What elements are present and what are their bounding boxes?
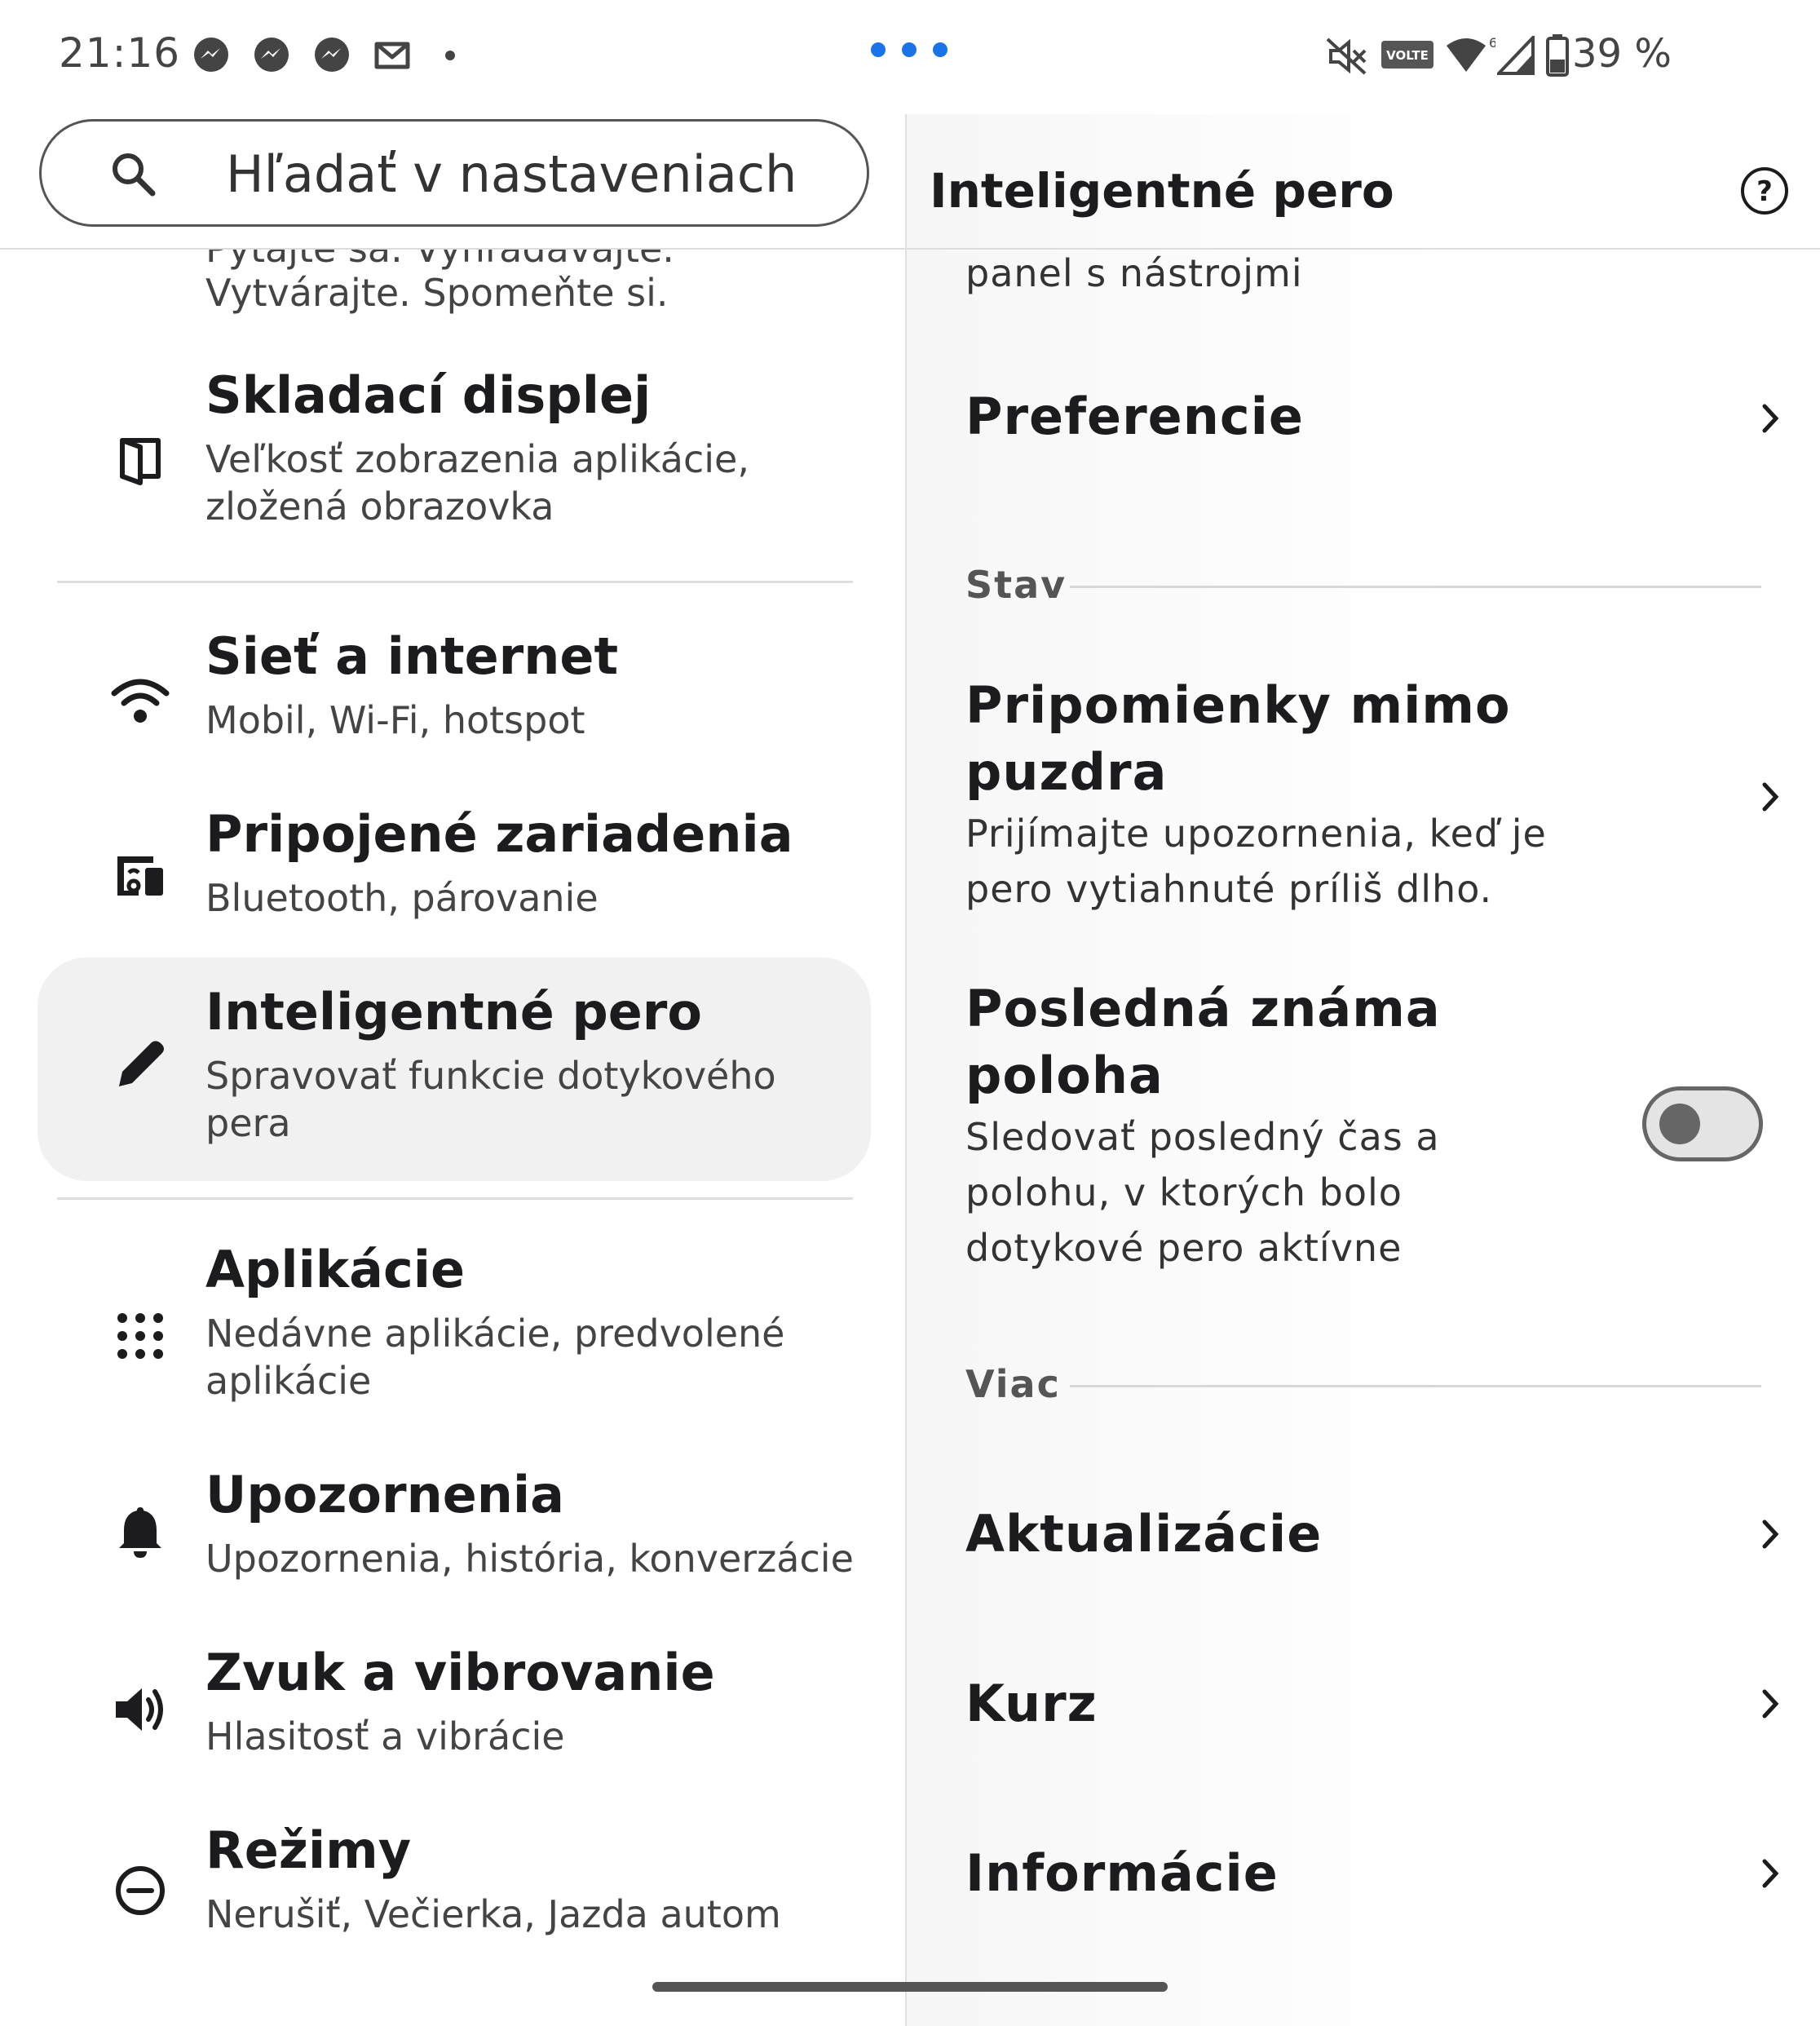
settings-item-subtitle: Mobil, Wi‑Fi, hotspot: [205, 698, 585, 742]
chevron-right-icon: [1762, 782, 1779, 812]
preferences-item[interactable]: Preferencie: [965, 383, 1781, 481]
course-label: Kurz: [965, 1674, 1098, 1733]
settings-item-smart-pen[interactable]: Inteligentné pero Spravovať funkcie doty…: [0, 958, 907, 1181]
settings-item-title: Aplikácie: [205, 1240, 465, 1299]
foldable-display-icon: [120, 438, 161, 485]
last-location-item[interactable]: Posledná známa poloha Sledovať posledný …: [965, 975, 1487, 1318]
settings-item-connected-devices[interactable]: Pripojené zariadenia Bluetooth, párovani…: [0, 798, 907, 961]
last-location-subtitle: Sledovať posledný čas a polohu, v ktorýc…: [965, 1115, 1440, 1270]
reminders-title: Pripomienky mimo puzdra: [965, 675, 1511, 802]
battery-icon: [1546, 34, 1569, 77]
settings-item-subtitle: Nedávne aplikácie, predvolené aplikácie: [205, 1312, 785, 1403]
info-label: Informácie: [965, 1843, 1279, 1903]
status-bar: 21:16 VOLTE 6 39 %: [0, 0, 1820, 114]
settings-item-title: Režimy: [205, 1820, 412, 1880]
section-line: [1070, 586, 1761, 588]
settings-item-title: Inteligentné pero: [205, 982, 702, 1042]
settings-item-subtitle-cut: Pýtajte sa. Vyhľadávajte.: [205, 227, 674, 271]
settings-item-title: Upozornenia: [205, 1465, 564, 1524]
wifi-icon: [111, 679, 170, 723]
settings-item-apps[interactable]: Aplikácie Nedávne aplikácie, predvolené …: [0, 1233, 907, 1429]
settings-item-title: Sieť a internet: [205, 626, 619, 686]
preferences-label: Preferencie: [965, 387, 1304, 446]
gesture-navigation-bar[interactable]: [652, 1982, 1168, 1992]
settings-item-network[interactable]: Sieť a internet Mobil, Wi‑Fi, hotspot: [0, 620, 907, 783]
messenger-icon: [194, 38, 228, 72]
divider: [57, 581, 853, 583]
title-divider: [907, 248, 1820, 250]
do-not-disturb-icon: [116, 1866, 165, 1915]
settings-list-pane: Hľadať v nastaveniach Pýtajte sa. Vyhľad…: [0, 114, 907, 2026]
svg-text:6: 6: [1489, 35, 1495, 51]
messenger-icon: [254, 38, 289, 72]
search-placeholder: Hľadať v nastaveniach: [226, 144, 797, 204]
settings-item-subtitle: Spravovať funkcie dotykového pera: [205, 1054, 776, 1145]
updates-item[interactable]: Aktualizácie: [965, 1501, 1781, 1599]
settings-item-subtitle: Vytvárajte. Spomeňte si.: [205, 271, 669, 315]
settings-item-subtitle: Veľkosť zobrazenia aplikácie, zložená ob…: [205, 437, 749, 529]
settings-item-title: Zvuk a vibrovanie: [205, 1643, 715, 1702]
section-header-status: Stav: [965, 563, 1067, 607]
settings-item-title: Skladací displej: [205, 365, 652, 425]
multiwindow-handle[interactable]: [871, 42, 961, 59]
last-location-title: Posledná známa poloha: [965, 979, 1441, 1105]
chevron-right-icon: [1762, 1689, 1779, 1719]
reminders-subtitle: Prijímajte upozornenia, keď je pero vyti…: [965, 812, 1547, 911]
last-location-toggle[interactable]: [1642, 1086, 1763, 1161]
help-icon[interactable]: ?: [1738, 165, 1791, 217]
updates-label: Aktualizácie: [965, 1504, 1323, 1564]
apps-grid-icon: [117, 1313, 163, 1359]
status-time: 21:16: [59, 29, 181, 77]
messenger-icon: [315, 38, 349, 72]
settings-item-modes[interactable]: Režimy Nerušiť, Večierka, Jazda autom: [0, 1814, 907, 1977]
settings-item-foldable-display[interactable]: Skladací displej Veľkosť zobrazenia apli…: [0, 359, 907, 652]
battery-percent: 39 %: [1572, 31, 1672, 77]
settings-item-subtitle: Nerušiť, Večierka, Jazda autom: [205, 1892, 781, 1936]
search-input[interactable]: Hľadať v nastaveniach: [39, 119, 869, 227]
signal-icon: [1497, 36, 1535, 75]
course-item[interactable]: Kurz: [965, 1670, 1781, 1768]
divider: [57, 1197, 853, 1200]
bell-icon: [119, 1507, 161, 1558]
smart-pen-detail-pane: Inteligentné pero ? panel s nástrojmi Pr…: [907, 114, 1820, 2026]
info-item[interactable]: Informácie: [965, 1840, 1781, 1938]
chevron-right-icon: [1762, 404, 1779, 433]
volte-icon: VOLTE: [1381, 41, 1433, 69]
settings-item-title: Pripojené zariadenia: [205, 804, 793, 864]
pen-icon: [119, 1041, 164, 1086]
speaker-icon: [116, 1688, 163, 1731]
more-notifications-dot: [445, 51, 455, 60]
settings-item-sound[interactable]: Zvuk a vibrovanie Hlasitosť a vibrácie: [0, 1636, 907, 1799]
chevron-right-icon: [1762, 1520, 1779, 1549]
chevron-right-icon: [1762, 1859, 1779, 1888]
mute-icon: [1326, 38, 1367, 75]
settings-item-subtitle: Hlasitosť a vibrácie: [205, 1714, 565, 1758]
svg-text:VOLTE: VOLTE: [1386, 48, 1429, 63]
wifi-icon: 6: [1447, 35, 1495, 72]
search-icon: [113, 153, 156, 197]
page-title: Inteligentné pero: [930, 163, 1394, 219]
reminders-item[interactable]: Pripomienky mimo puzdra Prijímajte upozo…: [965, 672, 1781, 917]
settings-item-subtitle: Upozornenia, história, konverzácie: [205, 1537, 854, 1581]
svg-text:?: ?: [1756, 175, 1773, 208]
toggle-knob: [1659, 1104, 1700, 1144]
toolbar-item-subtitle-cut: panel s nástrojmi: [965, 251, 1303, 295]
settings-item-subtitle: Bluetooth, párovanie: [205, 876, 599, 920]
settings-item-notifications[interactable]: Upozornenia Upozornenia, história, konve…: [0, 1458, 907, 1621]
section-line: [1070, 1385, 1761, 1387]
gmail-icon: [374, 42, 410, 69]
connected-devices-icon: [117, 856, 163, 896]
section-header-more: Viac: [965, 1362, 1061, 1406]
